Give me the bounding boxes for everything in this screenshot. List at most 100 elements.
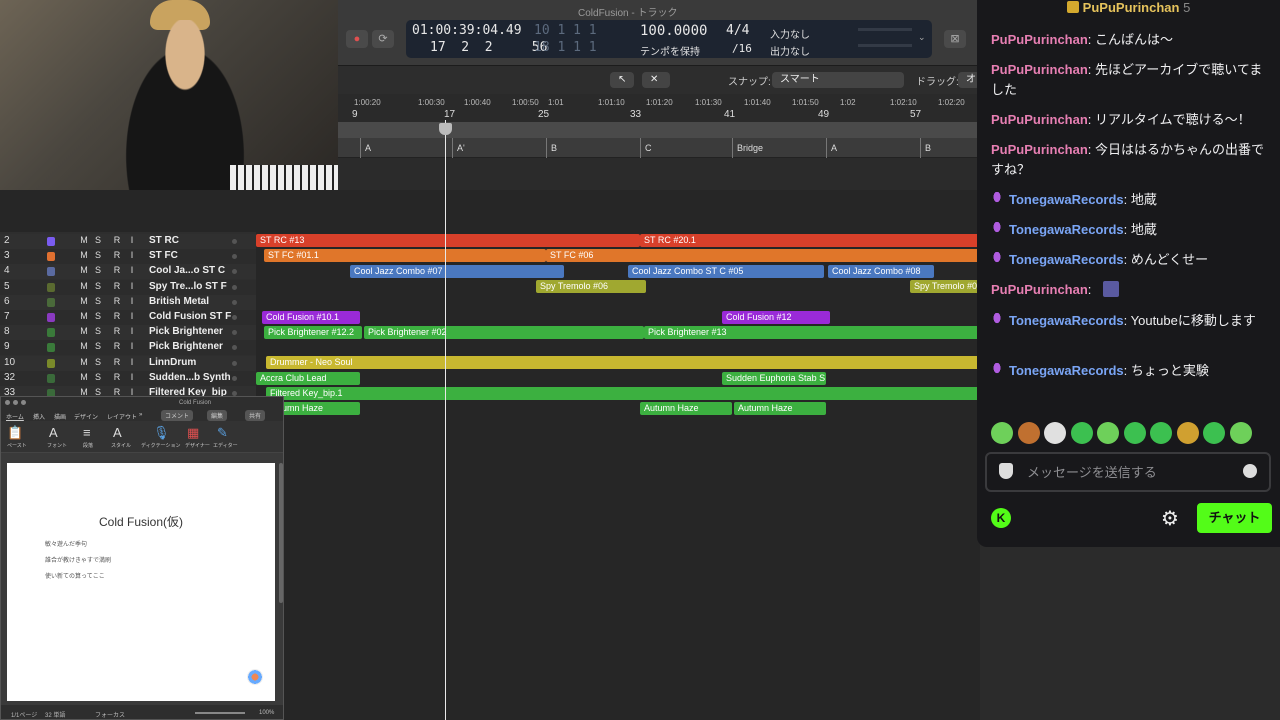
record-enable-button[interactable]: R: [111, 372, 123, 382]
ribbon-paste[interactable]: ペースト: [7, 442, 27, 449]
audio-region[interactable]: Autumn Haze: [734, 402, 826, 415]
secondary-tool-icon[interactable]: ✕: [642, 72, 670, 88]
focus-button[interactable]: フォーカス: [95, 710, 125, 719]
record-enable-button[interactable]: R: [111, 357, 123, 367]
mute-button[interactable]: M: [78, 311, 90, 321]
emote-icon[interactable]: [1203, 422, 1225, 444]
audio-region[interactable]: Accra Club Lead: [256, 372, 360, 385]
input-monitor-button[interactable]: I: [126, 281, 138, 291]
copilot-icon[interactable]: [247, 669, 263, 685]
kick-logo-icon[interactable]: K: [991, 508, 1011, 528]
solo-button[interactable]: S: [92, 311, 104, 321]
marker[interactable]: B: [546, 138, 557, 158]
mute-button[interactable]: M: [78, 235, 90, 245]
audio-region[interactable]: Cold Fusion #12: [722, 311, 830, 324]
track-row[interactable]: 10 M S R I LinnDrum: [0, 355, 256, 371]
solo-button[interactable]: S: [92, 326, 104, 336]
emoji-icon[interactable]: [1243, 464, 1257, 478]
mute-button[interactable]: M: [78, 250, 90, 260]
mute-button[interactable]: M: [78, 341, 90, 351]
record-enable-button[interactable]: R: [111, 311, 123, 321]
chat-username[interactable]: TonegawaRecords: [1009, 252, 1124, 267]
input-monitor-button[interactable]: I: [126, 250, 138, 260]
record-enable-button[interactable]: R: [111, 265, 123, 275]
solo-button[interactable]: S: [92, 296, 104, 306]
gear-icon[interactable]: ⚙: [1161, 506, 1179, 531]
solo-button[interactable]: S: [92, 357, 104, 367]
marker-track[interactable]: A A' B C Bridge A B: [338, 138, 980, 158]
ribbon-designer[interactable]: デザイナー: [185, 442, 210, 449]
track-row[interactable]: 6 M S R I British Metal: [0, 294, 256, 310]
font-icon[interactable]: A: [49, 425, 58, 440]
audio-region[interactable]: Sudden Euphoria Stab S: [722, 372, 826, 385]
mute-button[interactable]: M: [78, 372, 90, 382]
audio-region[interactable]: Pick Brightener #12.2: [264, 326, 362, 339]
input-monitor-button[interactable]: I: [126, 372, 138, 382]
record-enable-button[interactable]: R: [111, 250, 123, 260]
chat-username[interactable]: TonegawaRecords: [1009, 313, 1124, 328]
input-monitor-button[interactable]: I: [126, 265, 138, 275]
ribbon-font[interactable]: フォント: [47, 442, 67, 449]
input-monitor-button[interactable]: I: [126, 326, 138, 336]
audio-region[interactable]: Autumn Haze: [640, 402, 732, 415]
audio-region[interactable]: Cold Fusion #10.1: [262, 311, 360, 324]
track-row[interactable]: 7 M S R I Cold Fusion ST F: [0, 310, 256, 325]
chat-input[interactable]: [1027, 462, 1227, 482]
audio-region[interactable]: Filtered Key_bip.1: [266, 387, 980, 400]
document-line-3[interactable]: 使い新ての算ってここ: [45, 571, 105, 580]
pointer-tool-icon[interactable]: ↖: [610, 72, 634, 88]
audio-region[interactable]: ST FC #01.1: [264, 249, 546, 262]
marker[interactable]: A: [826, 138, 837, 158]
emote-icon[interactable]: [991, 422, 1013, 444]
edit-button[interactable]: 編集: [207, 410, 228, 421]
marker[interactable]: A': [452, 138, 465, 158]
minimize-icon[interactable]: [13, 400, 18, 405]
solo-button[interactable]: S: [92, 341, 104, 351]
tab-layout[interactable]: レイアウト: [107, 412, 137, 421]
record-enable-button[interactable]: R: [111, 326, 123, 336]
marker[interactable]: C: [640, 138, 652, 158]
emote-icon[interactable]: [1044, 422, 1066, 444]
audio-region[interactable]: ST RC #20.1: [640, 234, 980, 247]
document-line-2[interactable]: 誰合が教けきゃすで満刷: [45, 555, 111, 564]
lcd-signature[interactable]: 4/4: [726, 23, 749, 38]
ribbon-editor[interactable]: エディター: [213, 442, 238, 449]
chat-input-box[interactable]: [985, 452, 1271, 492]
input-monitor-button[interactable]: I: [126, 311, 138, 321]
paragraph-icon[interactable]: ≡: [83, 425, 91, 440]
mute-button[interactable]: M: [78, 326, 90, 336]
track-row[interactable]: 2 M S R I ST RC: [0, 234, 256, 249]
solo-button[interactable]: S: [92, 250, 104, 260]
audio-region[interactable]: Spy Tremolo #06: [536, 280, 646, 293]
chat-username[interactable]: TonegawaRecords: [1009, 192, 1124, 207]
lcd-division[interactable]: /16: [732, 42, 752, 55]
tab-insert[interactable]: 挿入: [33, 412, 45, 421]
input-monitor-button[interactable]: I: [126, 357, 138, 367]
close-icon[interactable]: [5, 400, 10, 405]
emote-icon[interactable]: [1070, 422, 1093, 444]
audio-region[interactable]: Cool Jazz Combo ST C #05: [628, 265, 824, 278]
playhead[interactable]: [445, 120, 446, 720]
shield-icon[interactable]: [999, 463, 1013, 479]
track-row[interactable]: 5 M S R I Spy Tre...lo ST F: [0, 279, 256, 295]
mute-button[interactable]: M: [78, 265, 90, 275]
chat-username[interactable]: PuPuPurinchan: [991, 142, 1088, 157]
send-chat-button[interactable]: チャット: [1197, 503, 1272, 533]
emote-icon[interactable]: [1150, 422, 1172, 444]
playhead-handle[interactable]: [439, 123, 452, 135]
marker[interactable]: B: [920, 138, 931, 158]
record-enable-button[interactable]: R: [111, 296, 123, 306]
tab-draw[interactable]: 描画: [54, 412, 66, 421]
chat-username[interactable]: PuPuPurinchan: [991, 62, 1088, 77]
audio-region[interactable]: Pick Brightener #13: [644, 326, 980, 339]
track-row[interactable]: 8 M S R I Pick Brightener: [0, 325, 256, 341]
audio-region[interactable]: ST FC #06: [546, 249, 980, 262]
timeline-ruler[interactable]: 1:00:20 1:00:30 1:00:40 1:00:50 1:01 1:01:10 1…: [338, 94, 980, 138]
paste-icon[interactable]: 📋: [7, 425, 23, 441]
cycle-button[interactable]: ⟳: [372, 30, 394, 48]
solo-button[interactable]: S: [92, 372, 104, 382]
mute-button[interactable]: M: [78, 296, 90, 306]
word-scrollbar[interactable]: [279, 463, 283, 603]
marker[interactable]: Bridge: [732, 138, 763, 158]
audio-region[interactable]: Cool Jazz Combo #07: [350, 265, 564, 278]
